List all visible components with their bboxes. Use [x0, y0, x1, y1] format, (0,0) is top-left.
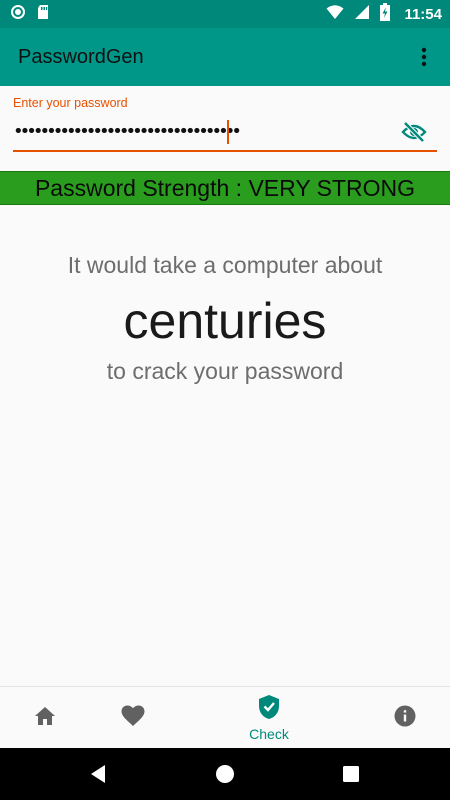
shield-check-icon — [258, 694, 280, 724]
crack-message-prefix: It would take a computer about — [67, 252, 383, 278]
text-caret — [227, 120, 229, 144]
app-title: PasswordGen — [18, 45, 144, 68]
signal-icon — [354, 4, 370, 24]
recents-icon[interactable] — [339, 762, 363, 786]
app-bar: PasswordGen — [0, 28, 450, 86]
info-icon — [394, 705, 416, 731]
heart-icon — [121, 705, 145, 731]
strength-text: Password Strength : VERY STRONG — [34, 174, 416, 201]
password-field-container: Enter your password — [13, 90, 437, 154]
eye-off-icon[interactable] — [401, 121, 427, 143]
crack-duration: centuries — [123, 293, 327, 349]
battery-charging-icon — [380, 3, 391, 25]
strength-banner: Password Strength : VERY STRONG — [0, 171, 450, 205]
nav-item-info[interactable] — [384, 687, 426, 749]
nav-item-home[interactable] — [24, 687, 66, 749]
sd-card-icon — [36, 4, 50, 24]
circle-notification-icon — [10, 4, 26, 24]
home-circle-icon[interactable] — [213, 762, 237, 786]
password-input[interactable] — [13, 116, 403, 146]
system-navigation-bar — [0, 748, 450, 800]
more-vert-icon[interactable] — [412, 42, 436, 72]
status-right: 11:54 — [326, 3, 442, 25]
home-icon — [34, 706, 56, 730]
crack-message-suffix: to crack your password — [106, 358, 344, 384]
status-left — [10, 4, 50, 24]
nav-item-check[interactable]: Check — [230, 687, 308, 749]
nav-item-favorites[interactable] — [112, 687, 154, 749]
password-field-underline — [13, 150, 437, 152]
status-bar: 11:54 — [0, 0, 450, 28]
status-time: 11:54 — [404, 5, 442, 23]
back-icon[interactable] — [86, 762, 110, 786]
wifi-icon — [326, 4, 344, 24]
nav-label-check: Check — [249, 726, 289, 742]
bottom-navigation: Check — [0, 686, 450, 748]
password-field-label: Enter your password — [13, 96, 128, 110]
